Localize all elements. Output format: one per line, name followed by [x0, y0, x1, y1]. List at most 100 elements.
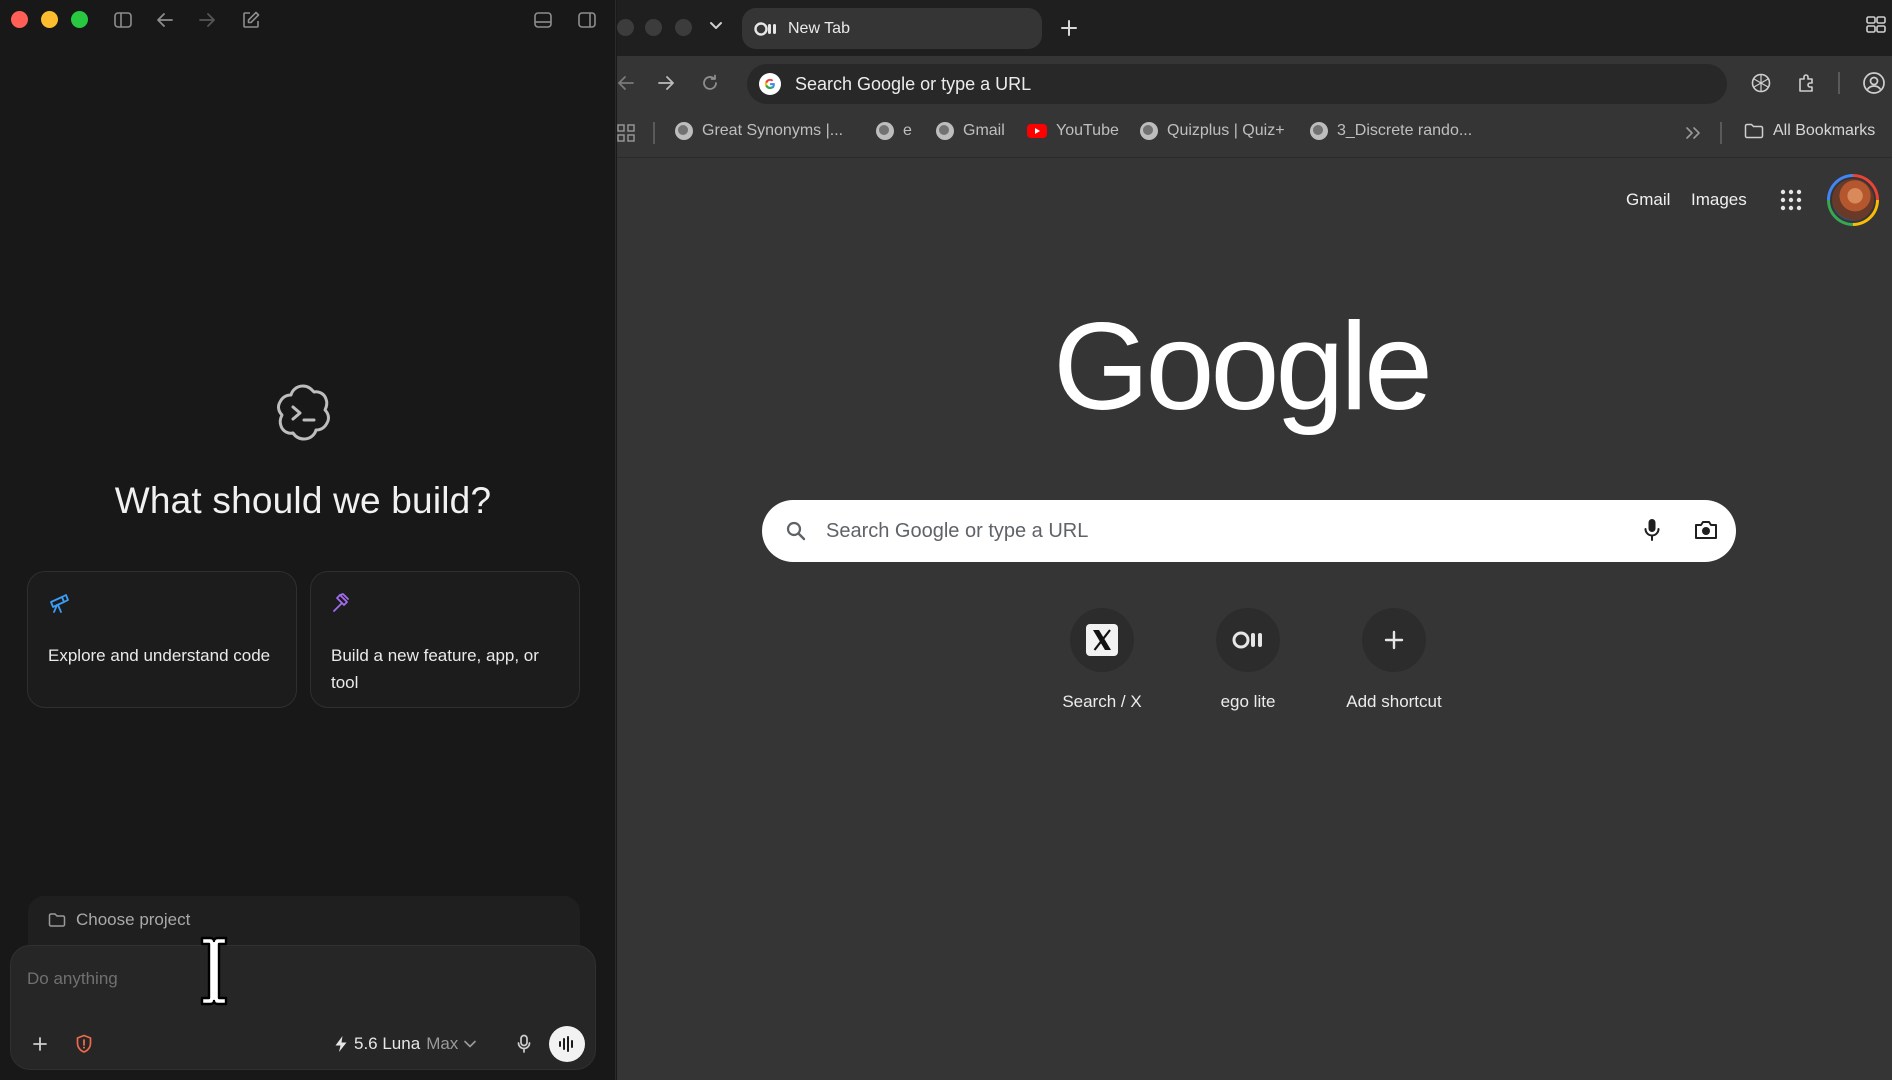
shortcut-ego-lite[interactable]: ego lite — [1178, 608, 1318, 712]
images-link[interactable]: Images — [1691, 190, 1747, 210]
toolbar-divider — [1838, 72, 1840, 94]
chevron-down-icon — [464, 1040, 477, 1048]
bookmark-gmail[interactable]: Gmail — [936, 122, 1005, 140]
search-input[interactable] — [824, 514, 1604, 548]
choose-project-button[interactable]: Choose project — [28, 896, 580, 952]
search-icon — [786, 521, 806, 541]
browser-toolbar: Search Google or type a URL — [617, 56, 1892, 110]
globe-icon — [1310, 122, 1328, 140]
google-search-box[interactable] — [762, 500, 1736, 562]
agent-app-window: What should we build? Explore and unders… — [0, 0, 616, 1080]
browser-window: New Tab Search Google or type a URL Grea… — [617, 0, 1892, 1080]
build-feature-card[interactable]: Build a new feature, app, or tool — [310, 571, 580, 708]
bookmark-label: 3_Discrete rando... — [1337, 122, 1473, 139]
voice-mode-button[interactable] — [549, 1026, 585, 1062]
back-arrow-icon[interactable] — [153, 8, 177, 32]
new-chat-icon[interactable] — [239, 8, 263, 32]
shortcut-label: ego lite — [1220, 692, 1276, 711]
tab-new-tab[interactable]: New Tab — [742, 8, 1042, 49]
shortcut-label: Add shortcut — [1346, 692, 1442, 711]
bookmark-e[interactable]: e — [876, 122, 912, 140]
forward-arrow-icon[interactable] — [195, 8, 219, 32]
globe-icon — [936, 122, 954, 140]
bookmark-divider — [1720, 122, 1722, 144]
bookmark-quizplus[interactable]: Quizplus | Quiz+ — [1140, 122, 1285, 140]
chatgpt-extension-icon[interactable] — [1750, 72, 1772, 94]
all-bookmarks-label: All Bookmarks — [1773, 122, 1876, 139]
new-tab-plus-icon[interactable] — [1060, 19, 1078, 37]
tab-strip: New Tab — [617, 0, 1892, 56]
terminal-panel-icon[interactable] — [531, 8, 555, 32]
bookmark-label: Quizplus | Quiz+ — [1167, 122, 1285, 139]
plus-icon[interactable] — [29, 1033, 51, 1055]
plus-icon — [1362, 608, 1426, 672]
gmail-link[interactable]: Gmail — [1626, 190, 1670, 210]
side-panel-icon[interactable] — [575, 8, 599, 32]
tab-search-chevron-icon[interactable] — [709, 21, 723, 31]
google-apps-grid-icon[interactable] — [1780, 189, 1802, 211]
ego-icon — [1216, 608, 1280, 672]
explore-code-card[interactable]: Explore and understand code — [27, 571, 297, 708]
zoom-window-button[interactable] — [71, 11, 88, 28]
globe-icon — [675, 122, 693, 140]
close-window-button[interactable] — [11, 11, 28, 28]
choose-project-label: Choose project — [76, 910, 191, 929]
voice-search-icon[interactable] — [1644, 518, 1660, 542]
bookmarks-bar: Great Synonyms |... e Gmail YouTube Quiz… — [617, 110, 1892, 158]
forward-arrow-icon[interactable] — [657, 75, 675, 91]
omnibox-text: Search Google or type a URL — [795, 73, 1032, 94]
card-label: Build a new feature, app, or tool — [331, 646, 539, 692]
bookmark-discrete-random[interactable]: 3_Discrete rando... — [1310, 122, 1472, 140]
profile-icon[interactable] — [1862, 71, 1886, 95]
ego-tab-icon — [754, 21, 778, 37]
waveform-icon — [558, 1036, 576, 1052]
zoom-window-button[interactable] — [675, 19, 692, 36]
shortcut-label: Search / X — [1062, 692, 1142, 711]
hero-title: What should we build? — [114, 480, 492, 521]
youtube-icon — [1027, 124, 1047, 138]
address-bar[interactable]: Search Google or type a URL — [747, 64, 1727, 104]
extensions-puzzle-icon[interactable] — [1796, 72, 1818, 94]
folder-icon — [1744, 123, 1764, 139]
sidebar-toggle-icon[interactable] — [111, 8, 135, 32]
tab-title: New Tab — [788, 19, 850, 37]
globe-icon — [876, 122, 894, 140]
lightning-icon — [334, 1035, 348, 1053]
minimize-window-button[interactable] — [645, 19, 662, 36]
apps-grid-icon[interactable] — [617, 124, 635, 142]
close-window-button[interactable] — [617, 19, 634, 36]
card-label: Explore and understand code — [48, 646, 271, 665]
app-logo-icon — [270, 380, 336, 446]
model-name: 5.6 Luna — [354, 1034, 421, 1053]
microphone-icon[interactable] — [513, 1033, 535, 1055]
model-selector[interactable]: 5.6 Luna Max — [334, 1032, 477, 1056]
google-logo: Google — [1053, 298, 1433, 436]
add-shortcut-button[interactable]: Add shortcut — [1324, 608, 1464, 712]
bookmark-youtube[interactable]: YouTube — [1027, 122, 1119, 140]
bookmark-label: Gmail — [963, 122, 1005, 139]
text-cursor-icon — [196, 935, 232, 1007]
bookmark-label: e — [903, 122, 912, 139]
lens-camera-icon[interactable] — [1694, 520, 1718, 540]
profile-grid-icon[interactable] — [1866, 16, 1886, 34]
back-arrow-icon[interactable] — [617, 75, 635, 91]
composer: 5.6 Luna Max — [10, 945, 596, 1070]
more-bookmarks-chevron-icon[interactable] — [1685, 126, 1701, 140]
bookmark-divider — [653, 122, 655, 144]
telescope-icon — [48, 592, 70, 614]
bookmark-label: YouTube — [1056, 122, 1119, 139]
hammer-icon — [331, 592, 353, 614]
google-g-icon — [759, 73, 781, 95]
bookmark-great-synonyms[interactable]: Great Synonyms |... — [675, 122, 843, 140]
new-tab-page: Gmail Images Google Search / X — [617, 158, 1892, 1080]
bookmark-label: Great Synonyms |... — [702, 122, 844, 139]
shield-icon[interactable] — [73, 1033, 95, 1055]
x-logo-icon — [1070, 608, 1134, 672]
folder-icon — [48, 912, 66, 928]
reload-icon[interactable] — [701, 74, 719, 92]
model-tier: Max — [426, 1034, 459, 1053]
minimize-window-button[interactable] — [41, 11, 58, 28]
shortcut-search-x[interactable]: Search / X — [1032, 608, 1172, 712]
avatar[interactable] — [1827, 174, 1879, 226]
all-bookmarks-button[interactable]: All Bookmarks — [1744, 122, 1875, 140]
